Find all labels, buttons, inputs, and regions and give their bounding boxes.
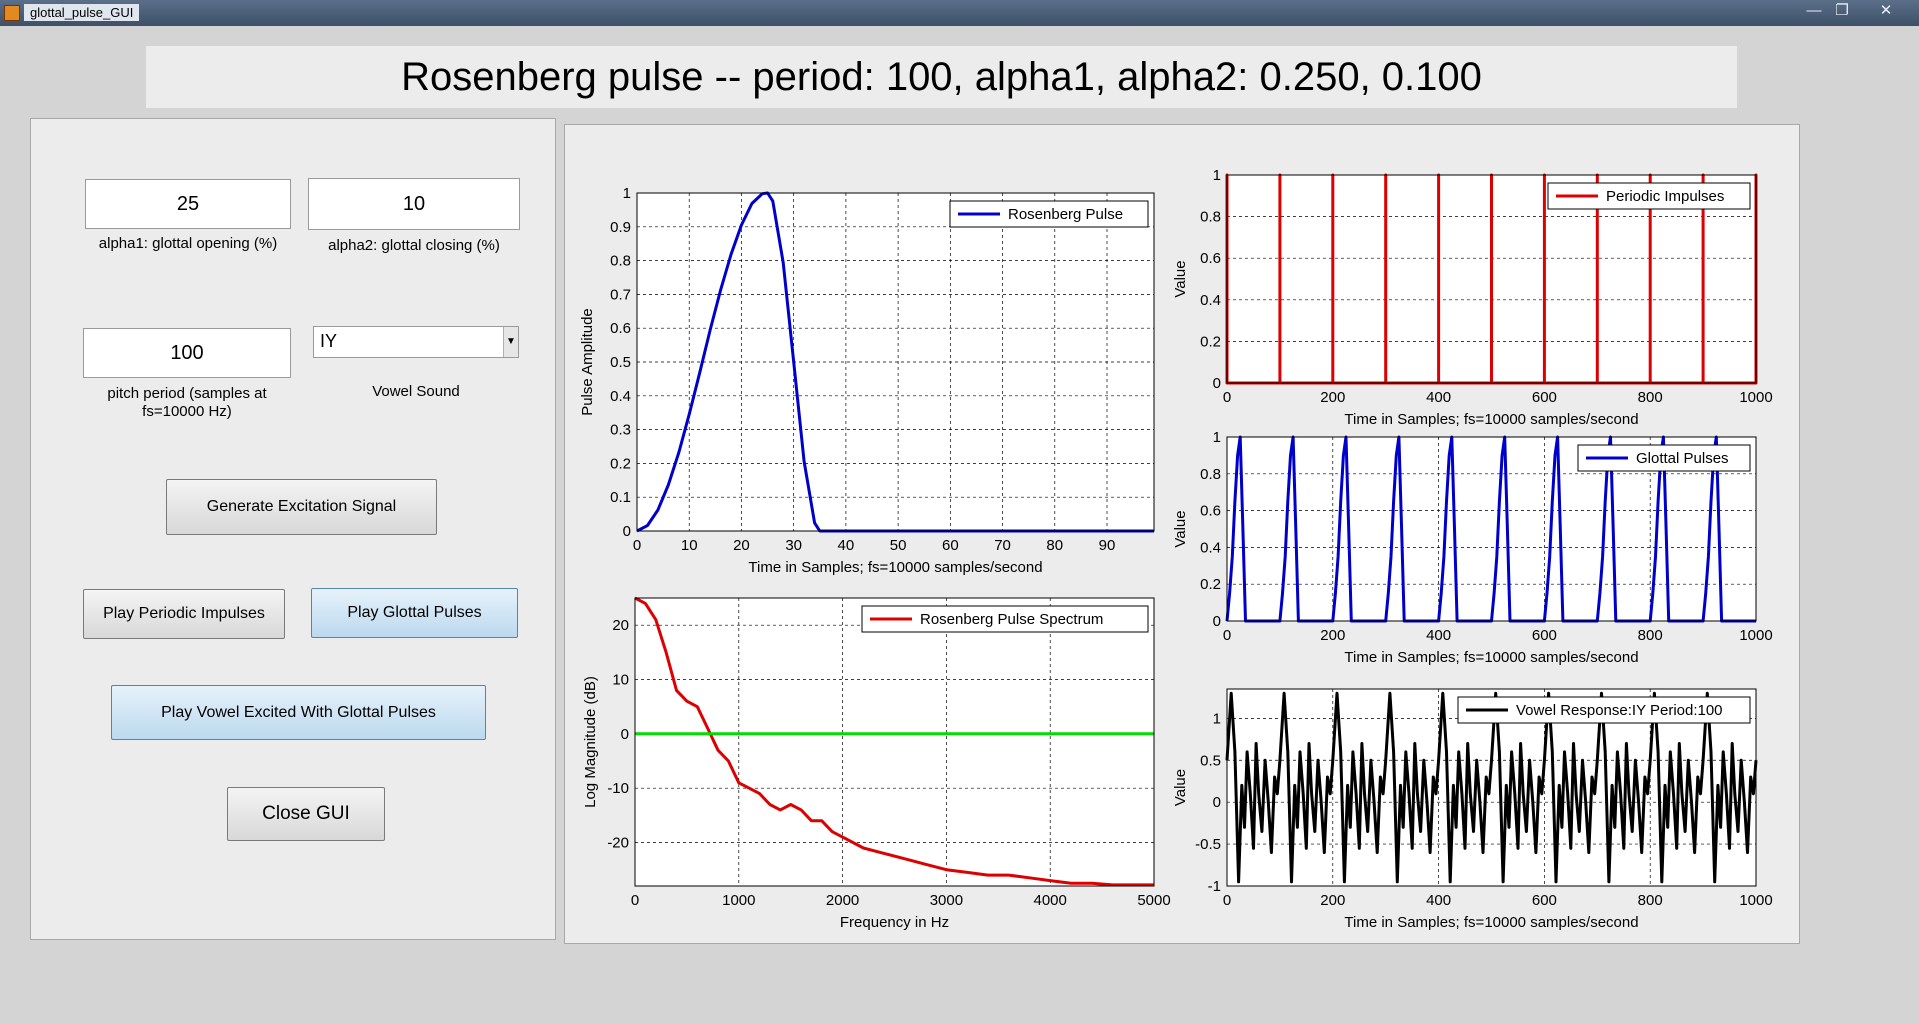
glottal-xtick-label: 0: [1223, 627, 1231, 644]
impulses-ytick-label: 0.2: [1200, 333, 1221, 350]
glottal-xtick-label: 600: [1532, 627, 1557, 644]
pulse-ytick-label: 0: [623, 523, 631, 540]
glottal-xlabel: Time in Samples; fs=10000 samples/second: [1344, 649, 1638, 666]
pulse-xtick-label: 70: [994, 537, 1011, 554]
spectrum-xtick-label: 2000: [826, 892, 859, 909]
vowel-ytick-label: -0.5: [1195, 836, 1221, 853]
vowel-xtick-label: 1000: [1739, 892, 1772, 909]
impulses-ytick-label: 1: [1213, 167, 1221, 184]
impulses-xtick-label: 400: [1426, 389, 1451, 406]
vowel-xtick-label: 600: [1532, 892, 1557, 909]
spectrum-legend: Rosenberg Pulse Spectrum: [861, 605, 1149, 633]
vowel-ytick-label: 0: [1213, 794, 1221, 811]
spectrum-xtick-label: 4000: [1034, 892, 1067, 909]
vowel-xtick-label: 200: [1320, 892, 1345, 909]
glottal-ytick-label: 0.6: [1200, 503, 1221, 520]
pulse-ytick-label: 0.1: [610, 489, 631, 506]
spectrum-xtick-label: 1000: [722, 892, 755, 909]
vowel-ylabel: Value: [1172, 769, 1189, 806]
pulse-xtick-label: 60: [942, 537, 959, 554]
spectrum-ytick-label: 10: [612, 672, 629, 689]
pulse-ytick-label: 0.4: [610, 388, 631, 405]
vowel-ytick-label: 1: [1213, 710, 1221, 727]
vowel-ytick-label: 0.5: [1200, 752, 1221, 769]
pulse-legend: Rosenberg Pulse: [949, 200, 1149, 228]
pulse-ytick-label: 0.3: [610, 422, 631, 439]
pulse-xtick-label: 40: [838, 537, 855, 554]
vowel-xlabel: Time in Samples; fs=10000 samples/second: [1344, 914, 1638, 931]
pulse-ylabel: Pulse Amplitude: [579, 308, 596, 416]
glottal-ytick-label: 0.2: [1200, 576, 1221, 593]
vowel-legend: Vowel Response:IY Period:100: [1457, 696, 1751, 724]
spectrum-legend-label: Rosenberg Pulse Spectrum: [920, 611, 1103, 628]
pulse-ytick-label: 0.9: [610, 219, 631, 236]
glottal-ytick-label: 1: [1213, 429, 1221, 446]
spectrum-ytick-label: -10: [607, 780, 629, 797]
impulses-xtick-label: 600: [1532, 389, 1557, 406]
glottal-xtick-label: 800: [1638, 627, 1663, 644]
impulses-legend-label: Periodic Impulses: [1606, 188, 1724, 205]
pulse-xtick-label: 20: [733, 537, 750, 554]
spectrum-xtick-label: 0: [631, 892, 639, 909]
pulse-chart: 0 10 20 30 40 50 60 70 80 90 0 0.1 0.2 0.3 0.4 0.5 0.6 0.…: [579, 185, 1155, 576]
pulse-xtick-label: 0: [633, 537, 641, 554]
spectrum-chart: 0 1000 2000 3000 4000 5000 20 10 0 -10 -20 Rosenber…: [582, 596, 1171, 931]
impulses-chart: 0 200 400 600 800 1000 0 0.2 0.4 0.6 0.8 1 Periodic …: [1172, 167, 1773, 428]
pulse-ytick-label: 1: [623, 185, 631, 202]
pulse-ytick-label: 0.8: [610, 253, 631, 270]
pulse-xlabel: Time in Samples; fs=10000 samples/second: [748, 559, 1042, 576]
vowel-ytick-label: -1: [1208, 878, 1221, 895]
glottal-xtick-label: 200: [1320, 627, 1345, 644]
pulse-ytick-label: 0.5: [610, 354, 631, 371]
spectrum-xtick-label: 3000: [930, 892, 963, 909]
impulses-ytick-label: 0.4: [1200, 292, 1221, 309]
pulse-xtick-label: 30: [785, 537, 802, 554]
spectrum-xtick-label: 5000: [1137, 892, 1170, 909]
pulse-xtick-label: 90: [1099, 537, 1116, 554]
spectrum-ytick-label: 20: [612, 617, 629, 634]
glottal-chart: 0 200 400 600 800 1000 0 0.2 0.4 0.6 0.8 1 Glottal P…: [1172, 429, 1773, 666]
glottal-xtick-label: 1000: [1739, 627, 1772, 644]
glottal-ytick-label: 0.4: [1200, 539, 1221, 556]
glottal-legend: Glottal Pulses: [1577, 444, 1751, 472]
spectrum-ytick-label: 0: [621, 726, 629, 743]
pulse-xtick-label: 80: [1046, 537, 1063, 554]
spectrum-xlabel: Frequency in Hz: [840, 914, 949, 931]
impulses-xtick-label: 0: [1223, 389, 1231, 406]
spectrum-ylabel: Log Magnitude (dB): [582, 676, 599, 808]
vowel-xtick-label: 400: [1426, 892, 1451, 909]
glottal-ytick-label: 0.8: [1200, 466, 1221, 483]
vowel-xtick-label: 0: [1223, 892, 1231, 909]
impulses-xtick-label: 800: [1638, 389, 1663, 406]
impulses-ytick-label: 0.6: [1200, 250, 1221, 267]
glottal-xtick-label: 400: [1426, 627, 1451, 644]
vowel-chart: 0 200 400 600 800 1000 -1 -0.5 0 0.5 1 Vowel Respon…: [1172, 688, 1773, 931]
pulse-ytick-label: 0.2: [610, 455, 631, 472]
impulses-xlabel: Time in Samples; fs=10000 samples/second: [1344, 411, 1638, 428]
pulse-xtick-label: 10: [681, 537, 698, 554]
impulses-ytick-label: 0: [1213, 375, 1221, 392]
glottal-ytick-label: 0: [1213, 613, 1221, 630]
impulses-xtick-label: 1000: [1739, 389, 1772, 406]
vowel-xtick-label: 800: [1638, 892, 1663, 909]
pulse-ytick-label: 0.7: [610, 286, 631, 303]
impulses-ylabel: Value: [1172, 260, 1189, 297]
pulse-ytick-label: 0.6: [610, 320, 631, 337]
impulses-xtick-label: 200: [1320, 389, 1345, 406]
impulses-ytick-label: 0.8: [1200, 209, 1221, 226]
glottal-ylabel: Value: [1172, 510, 1189, 547]
vowel-legend-label: Vowel Response:IY Period:100: [1516, 702, 1723, 719]
impulses-legend: Periodic Impulses: [1547, 182, 1751, 210]
plots-svg: 0 10 20 30 40 50 60 70 80 9000.10.20.30.40.50.60.…: [579, 167, 1773, 931]
spectrum-ytick-label: -20: [607, 835, 629, 852]
pulse-xtick-label: 50: [890, 537, 907, 554]
glottal-legend-label: Glottal Pulses: [1636, 450, 1729, 467]
pulse-legend-label: Rosenberg Pulse: [1008, 206, 1123, 223]
